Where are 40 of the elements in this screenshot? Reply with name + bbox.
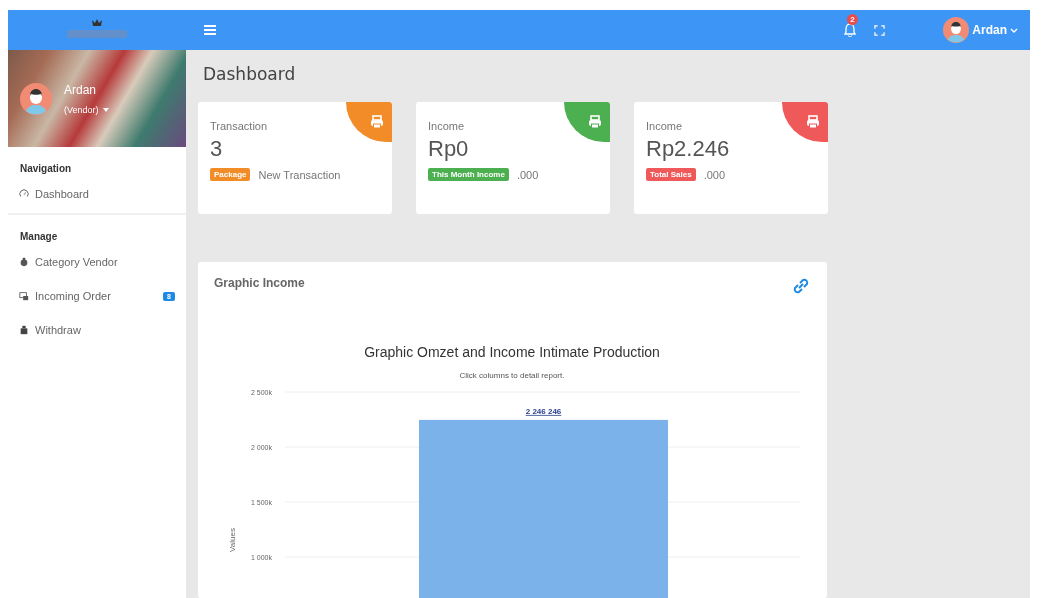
- bell-icon[interactable]: [844, 23, 857, 37]
- card-note: New Transaction: [258, 168, 341, 181]
- card-note: .000: [703, 168, 726, 181]
- y-axis-label: Values: [228, 528, 237, 552]
- fullscreen-icon[interactable]: [874, 24, 886, 36]
- card-label: Transaction: [210, 120, 269, 132]
- caret-icon: [1010, 27, 1018, 33]
- tag-label: This Month Income: [428, 168, 509, 181]
- card-label: Income: [428, 120, 466, 132]
- card-value: 3: [210, 136, 224, 162]
- avatar-icon: [20, 82, 52, 115]
- section-heading: Manage: [19, 230, 59, 244]
- panel-title: Graphic Income: [214, 276, 305, 290]
- printer-icon[interactable]: [588, 115, 602, 129]
- printer-icon[interactable]: [806, 115, 820, 129]
- printer-icon[interactable]: [370, 115, 384, 129]
- chart-title: Graphic Omzet and Income Intimate Production: [364, 344, 660, 360]
- card-value: Rp0: [428, 136, 470, 162]
- role-dropdown[interactable]: (Vendor): [64, 104, 109, 115]
- chart-subtitle: Click columns to detail report.: [459, 371, 565, 380]
- card-value: Rp2.246: [646, 136, 731, 162]
- caret-icon: [102, 107, 109, 112]
- notification-badge: 2: [847, 14, 858, 25]
- link-icon[interactable]: [791, 276, 811, 296]
- avatar-icon: [943, 17, 970, 43]
- bar-value-label[interactable]: 2 246 246: [525, 406, 562, 416]
- gauge-icon: [19, 189, 29, 199]
- card-label: Income: [646, 120, 684, 132]
- tag-label: Package: [210, 168, 251, 181]
- section-heading: Navigation: [19, 162, 73, 176]
- profile-name: Ardan: [64, 82, 98, 97]
- card-icon: [19, 291, 29, 301]
- card-note: .000: [516, 168, 539, 181]
- sidebar-item[interactable]: Dashboard: [8, 177, 186, 211]
- menu-icon[interactable]: [204, 25, 216, 35]
- bag-icon: [19, 325, 29, 335]
- tag-label: Total Sales: [646, 168, 696, 181]
- sidebar-item[interactable]: Category Vendor: [8, 245, 186, 279]
- page-title: Dashboard: [203, 64, 297, 86]
- sidebar-item[interactable]: Withdraw: [8, 313, 186, 347]
